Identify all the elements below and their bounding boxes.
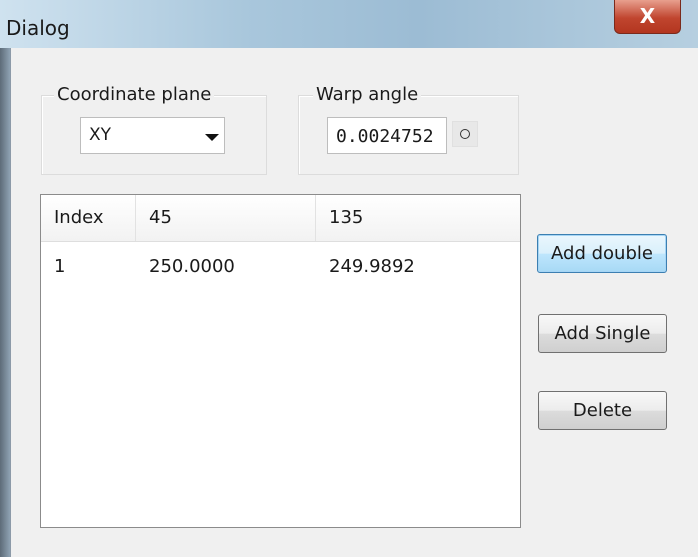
coordinate-plane-value: XY [89, 125, 112, 145]
chevron-down-icon [205, 134, 219, 141]
column-header-135[interactable]: 135 [316, 195, 520, 241]
close-icon: X [639, 4, 656, 28]
window-title: Dialog [6, 16, 70, 40]
cell-135: 249.9892 [329, 256, 415, 277]
add-single-button[interactable]: Add Single [538, 314, 667, 353]
cell-45: 250.0000 [149, 256, 235, 277]
coordinate-plane-label: Coordinate plane [54, 84, 215, 105]
coordinate-plane-select[interactable]: XY [80, 117, 225, 154]
add-double-button[interactable]: Add double [537, 234, 667, 273]
column-header-index[interactable]: Index [41, 195, 136, 241]
title-bar: Dialog X [0, 0, 698, 48]
close-button[interactable]: X [614, 0, 681, 34]
warp-angle-value: 0.0024752 [336, 126, 434, 147]
cell-index: 1 [54, 256, 66, 277]
window-frame-left [0, 48, 10, 557]
data-table[interactable]: Index 45 135 1 250.0000 249.9892 [40, 194, 521, 528]
warp-angle-field[interactable]: 0.0024752 [327, 117, 447, 154]
column-header-45[interactable]: 45 [136, 195, 316, 241]
delete-button[interactable]: Delete [538, 391, 667, 430]
circle-icon[interactable] [452, 121, 478, 147]
table-header: Index 45 135 [41, 195, 520, 242]
warp-angle-label: Warp angle [313, 84, 422, 105]
